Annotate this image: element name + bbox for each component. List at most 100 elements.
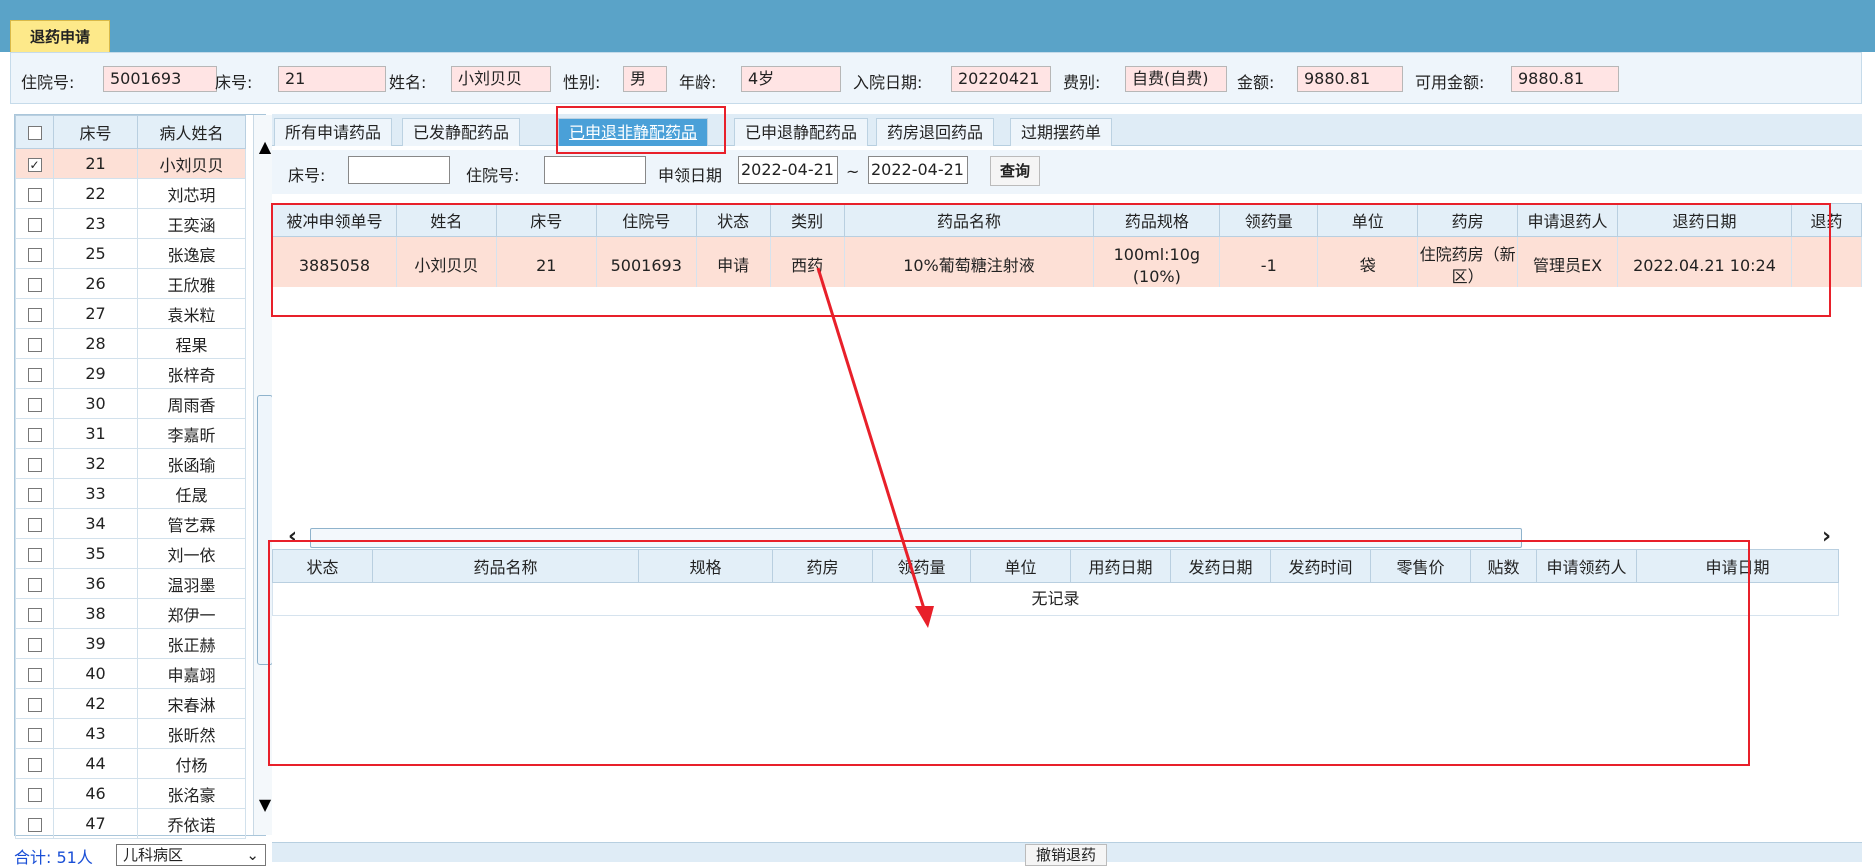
patient-row[interactable]: 31 李嘉昕: [15, 418, 246, 449]
checkbox-icon[interactable]: [27, 607, 42, 622]
patient-row[interactable]: 42 宋春淋: [15, 688, 246, 719]
patient-row[interactable]: 40 申嘉翊: [15, 658, 246, 689]
upper-grid-column-header[interactable]: 药品规格: [1093, 203, 1221, 237]
checkbox-icon[interactable]: [27, 367, 42, 382]
tab-returned-iv[interactable]: 已申退静配药品: [734, 118, 869, 146]
checkbox-icon[interactable]: [27, 247, 42, 262]
admit-date-field[interactable]: 20220421: [951, 66, 1051, 92]
tab-returned-non-iv[interactable]: 已申退非静配药品: [558, 118, 709, 146]
row-checkbox-cell[interactable]: [15, 808, 54, 839]
row-checkbox-cell[interactable]: [15, 358, 54, 389]
scroll-right-icon[interactable]: ›: [1822, 524, 1831, 549]
upper-grid-column-header[interactable]: 被冲申领单号: [272, 203, 397, 237]
row-checkbox-cell[interactable]: [15, 478, 54, 509]
name-field[interactable]: 小刘贝贝: [451, 66, 551, 92]
lower-grid-column-header[interactable]: 状态: [272, 549, 373, 583]
upper-grid-column-header[interactable]: 住院号: [595, 203, 697, 237]
patient-row[interactable]: 26 王欣雅: [15, 268, 246, 299]
admission-no-field[interactable]: 5001693: [103, 66, 217, 92]
query-admission-input[interactable]: [544, 156, 646, 184]
query-date-from[interactable]: 2022-04-21: [738, 156, 838, 184]
query-bed-input[interactable]: [348, 156, 450, 184]
patient-row[interactable]: ✓ 21 小刘贝贝: [15, 148, 246, 179]
tab-refund-request[interactable]: 退药申请: [10, 20, 110, 52]
tab-expired-dispense[interactable]: 过期摆药单: [1010, 118, 1113, 146]
upper-grid-column-header[interactable]: 床号: [495, 203, 597, 237]
patient-row[interactable]: 34 管艺霖: [15, 508, 246, 539]
patient-row[interactable]: 33 任晟: [15, 478, 246, 509]
scrollbar-thumb[interactable]: [257, 395, 273, 665]
row-checkbox-cell[interactable]: [15, 268, 54, 299]
row-checkbox-cell[interactable]: [15, 538, 54, 569]
row-checkbox-cell[interactable]: [15, 328, 54, 359]
checkbox-icon[interactable]: [27, 307, 42, 322]
query-date-to[interactable]: 2022-04-21: [868, 156, 968, 184]
lower-grid-column-header[interactable]: 贴数: [1470, 549, 1537, 583]
checkbox-icon[interactable]: [27, 337, 42, 352]
ward-select[interactable]: 儿科病区 ⌄: [116, 844, 266, 866]
upper-grid-column-header[interactable]: 类别: [769, 203, 845, 237]
bed-field[interactable]: 21: [278, 66, 386, 92]
query-button[interactable]: 查询: [990, 156, 1040, 186]
select-all-checkbox[interactable]: [27, 126, 42, 140]
checkbox-icon[interactable]: [27, 517, 42, 532]
lower-grid-column-header[interactable]: 领药量: [872, 549, 971, 583]
tab-dispensed-iv[interactable]: 已发静配药品: [402, 118, 521, 146]
fee-type-field[interactable]: 自费(自费): [1125, 66, 1227, 92]
row-checkbox-cell[interactable]: [15, 448, 54, 479]
scroll-left-icon[interactable]: ‹: [288, 524, 297, 549]
checkbox-icon[interactable]: [27, 217, 42, 232]
checkbox-icon[interactable]: [27, 427, 42, 442]
upper-grid-column-header[interactable]: 退药日期: [1617, 203, 1792, 237]
lower-grid-column-header[interactable]: 单位: [970, 549, 1071, 583]
available-amount-field[interactable]: 9880.81: [1511, 66, 1619, 92]
horizontal-scrollbar[interactable]: [310, 528, 1522, 548]
row-checkbox-cell[interactable]: [15, 298, 54, 329]
upper-grid-column-header[interactable]: 状态: [695, 203, 771, 237]
age-field[interactable]: 4岁: [741, 66, 841, 92]
patient-row[interactable]: 32 张函瑜: [15, 448, 246, 479]
row-checkbox-cell[interactable]: [15, 658, 54, 689]
patient-row[interactable]: 25 张逸宸: [15, 238, 246, 269]
patient-row[interactable]: 29 张梓奇: [15, 358, 246, 389]
row-checkbox-cell[interactable]: ✓: [15, 148, 54, 179]
row-checkbox-cell[interactable]: [15, 568, 54, 599]
checkbox-icon[interactable]: [27, 727, 42, 742]
row-checkbox-cell[interactable]: [15, 778, 54, 809]
patient-row[interactable]: 30 周雨香: [15, 388, 246, 419]
tab-pharmacy-returned[interactable]: 药房退回药品: [876, 118, 995, 146]
lower-grid-column-header[interactable]: 规格: [638, 549, 773, 583]
lower-grid-column-header[interactable]: 申请领药人: [1536, 549, 1637, 583]
lower-grid-column-header[interactable]: 申请日期: [1636, 549, 1839, 583]
checkbox-checked-icon[interactable]: ✓: [27, 157, 42, 172]
patient-row[interactable]: 43 张昕然: [15, 718, 246, 749]
upper-grid-column-header[interactable]: 退药: [1790, 203, 1862, 237]
patient-row[interactable]: 22 刘芯玥: [15, 178, 246, 209]
upper-grid-column-header[interactable]: 药房: [1417, 203, 1519, 237]
lower-grid-column-header[interactable]: 发药时间: [1270, 549, 1371, 583]
row-checkbox-cell[interactable]: [15, 688, 54, 719]
patient-row[interactable]: 23 王奕涵: [15, 208, 246, 239]
select-all-header[interactable]: [15, 115, 54, 149]
lower-grid-column-header[interactable]: 零售价: [1370, 549, 1471, 583]
row-checkbox-cell[interactable]: [15, 598, 54, 629]
row-checkbox-cell[interactable]: [15, 418, 54, 449]
checkbox-icon[interactable]: [27, 487, 42, 502]
patient-row[interactable]: 28 程果: [15, 328, 246, 359]
checkbox-icon[interactable]: [27, 817, 42, 832]
table-row[interactable]: 3885058 小刘贝贝 21 5001693 申请 西药 10%葡萄糖注射液 100ml:1…: [272, 236, 1862, 287]
amount-field[interactable]: 9880.81: [1297, 66, 1403, 92]
checkbox-icon[interactable]: [27, 457, 42, 472]
row-checkbox-cell[interactable]: [15, 178, 54, 209]
upper-grid-column-header[interactable]: 姓名: [395, 203, 497, 237]
checkbox-icon[interactable]: [27, 697, 42, 712]
lower-grid-column-header[interactable]: 药品名称: [372, 549, 639, 583]
gender-field[interactable]: 男: [623, 66, 667, 92]
upper-grid-column-header[interactable]: 领药量: [1219, 203, 1319, 237]
patient-row[interactable]: 39 张正赫: [15, 628, 246, 659]
patient-row[interactable]: 27 袁米粒: [15, 298, 246, 329]
row-checkbox-cell[interactable]: [15, 508, 54, 539]
patient-row[interactable]: 46 张洺豪: [15, 778, 246, 809]
patient-row[interactable]: 38 郑伊一: [15, 598, 246, 629]
upper-grid-column-header[interactable]: 药品名称: [843, 203, 1095, 237]
